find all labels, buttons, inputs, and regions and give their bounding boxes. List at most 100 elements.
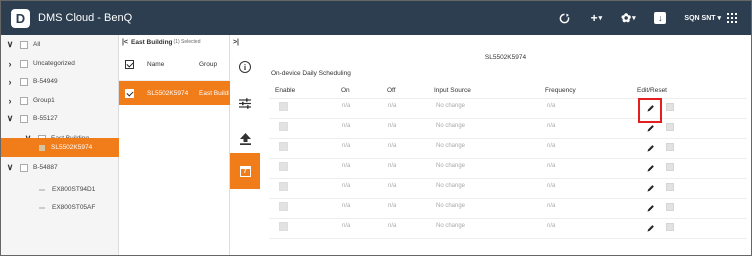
schedule-button[interactable]: 7 [230, 153, 265, 189]
reset-button[interactable] [666, 163, 674, 171]
device-group: East Building [199, 89, 229, 97]
frequency: n/a [547, 183, 556, 189]
info-button[interactable]: i [230, 49, 260, 85]
tree-checkbox[interactable] [20, 77, 28, 86]
settings-menu-button[interactable]: ✿ ▾ [616, 8, 640, 28]
enable-checkbox[interactable] [279, 162, 288, 171]
tree-item[interactable]: EX800ST94D1 [1, 180, 119, 199]
chevron-right-icon[interactable]: › [5, 77, 15, 87]
tree-checkbox[interactable] [20, 40, 28, 49]
tree-item-label: All [33, 41, 41, 48]
chevron-down-icon[interactable]: ∨ [5, 39, 15, 50]
reset-button[interactable] [666, 123, 674, 131]
upload-icon [239, 133, 251, 145]
edit-highlight-box [638, 98, 662, 123]
off-time: n/a [388, 183, 397, 189]
input-source: No change [436, 223, 466, 229]
tree-item[interactable]: › Group1 [1, 91, 119, 110]
chevron-down-icon: ▾ [598, 15, 603, 22]
tree-checkbox[interactable] [20, 96, 28, 105]
app-title: DMS Cloud - BenQ [38, 12, 133, 24]
edit-button[interactable] [646, 123, 656, 133]
pencil-icon [648, 145, 654, 151]
reset-button[interactable] [666, 143, 674, 151]
tree-item[interactable]: SL5502K5974 [1, 138, 119, 157]
expand-panel-button[interactable]: >| [231, 35, 241, 49]
adjust-settings-button[interactable] [230, 85, 260, 121]
tree-item-label: EX800ST05AF [52, 204, 96, 211]
input-source: No change [436, 183, 466, 189]
tree-item[interactable]: EX800ST05AF [1, 198, 119, 217]
chevron-down-icon[interactable]: ∨ [5, 113, 15, 124]
reset-button[interactable] [666, 103, 674, 111]
sync-icon[interactable] [552, 8, 576, 28]
input-source: No change [436, 143, 466, 149]
tree-item[interactable]: › Uncategorized [1, 54, 119, 73]
edit-button[interactable] [646, 143, 656, 153]
on-time: n/a [342, 163, 351, 169]
upload-button[interactable] [230, 121, 260, 157]
enable-checkbox[interactable] [279, 102, 288, 111]
enable-checkbox[interactable] [279, 122, 288, 131]
header-divider [269, 98, 747, 99]
tree-checkbox[interactable] [20, 59, 28, 68]
column-name-header: Name [147, 61, 165, 68]
apps-grid-icon[interactable] [727, 13, 737, 23]
tree-item[interactable]: ∨ B-54887 [1, 158, 119, 177]
off-time: n/a [388, 103, 397, 109]
chevron-down-icon[interactable]: ∨ [5, 162, 15, 173]
tree-item[interactable]: ∨ B-55127 [1, 109, 119, 128]
chevron-right-icon[interactable]: › [5, 96, 15, 106]
on-time: n/a [342, 223, 351, 229]
edit-button[interactable] [646, 203, 656, 213]
reset-button[interactable] [666, 203, 674, 211]
tree-checkbox[interactable] [20, 163, 28, 172]
user-menu[interactable]: SQN SNT ▾ [684, 14, 721, 22]
selected-count: (1) Selected [173, 39, 201, 45]
download-button[interactable]: ↓ [648, 8, 672, 28]
tree-item[interactable]: ∨ All [1, 35, 119, 54]
schedule-panel: SL5502K5974 On-device Daily Scheduling E… [260, 49, 751, 255]
device-row[interactable]: SL5502K5974 East Building [119, 81, 230, 105]
input-source: No change [436, 103, 466, 109]
pencil-icon [648, 205, 654, 211]
device-name: SL5502K5974 [147, 89, 189, 97]
header-off: Off [387, 87, 396, 94]
download-icon: ↓ [654, 12, 667, 24]
frequency: n/a [547, 143, 556, 149]
off-time: n/a [388, 203, 397, 209]
tree-item[interactable]: › B-54949 [1, 72, 119, 91]
select-all-checkbox[interactable] [125, 60, 134, 69]
add-icon: + [590, 11, 598, 25]
frequency: n/a [547, 163, 556, 169]
on-time: n/a [342, 183, 351, 189]
tree-item-label: SL5502K5974 [51, 144, 93, 151]
reset-button[interactable] [666, 183, 674, 191]
frequency: n/a [547, 223, 556, 229]
off-time: n/a [388, 143, 397, 149]
reset-button[interactable] [666, 223, 674, 231]
edit-button[interactable] [646, 163, 656, 173]
enable-checkbox[interactable] [279, 202, 288, 211]
enable-checkbox[interactable] [279, 222, 288, 231]
list-header: Name Group [119, 49, 230, 81]
input-source: No change [436, 203, 466, 209]
tree-item-label: Uncategorized [33, 60, 75, 67]
tree-checkbox[interactable] [20, 114, 28, 123]
enable-checkbox[interactable] [279, 142, 288, 151]
row-checkbox[interactable] [125, 88, 134, 98]
group-tree: ∨ All › Uncategorized › B-54949 › Group1 ∨ B-5512… [1, 35, 119, 255]
add-menu-button[interactable]: + ▾ [584, 8, 608, 28]
tree-item-label: B-54887 [33, 164, 58, 171]
device-title: SL5502K5974 [484, 54, 527, 61]
chevron-right-icon[interactable]: › [5, 59, 15, 69]
enable-checkbox[interactable] [279, 182, 288, 191]
edit-button[interactable] [646, 223, 656, 233]
header-frequency: Frequency [545, 87, 576, 94]
collapse-left-button[interactable]: |< [119, 39, 131, 46]
edit-button[interactable] [646, 183, 656, 193]
header-on: On [341, 87, 350, 94]
input-source: No change [436, 123, 466, 129]
pencil-icon [648, 225, 654, 231]
on-time: n/a [342, 143, 351, 149]
